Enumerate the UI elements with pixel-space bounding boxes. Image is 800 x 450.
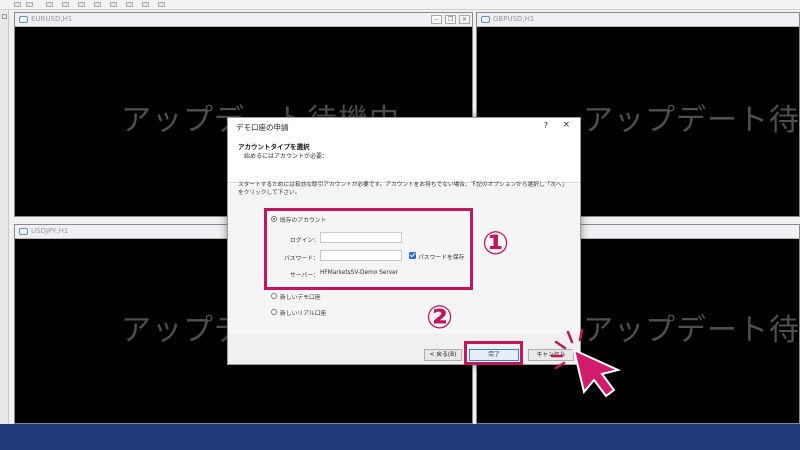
toolbar-button[interactable] — [78, 2, 85, 7]
chart-window-titlebar[interactable]: EURUSD,H1 – ❐ × — [15, 13, 472, 27]
close-icon[interactable]: × — [459, 15, 470, 24]
toolbar-button[interactable] — [110, 2, 117, 7]
chart-window-titlebar[interactable]: GBPUSD,H1 — [477, 13, 799, 27]
restore-icon[interactable]: ❐ — [445, 15, 456, 24]
panel-toggle-icon[interactable] — [2, 14, 7, 19]
chart-status-message: アップデート待機 — [583, 103, 800, 138]
highlight-finish-button — [464, 341, 523, 365]
back-button[interactable]: < 戻る(B) — [424, 349, 462, 361]
chart-window-title: EURUSD,H1 — [31, 15, 73, 23]
instructions-text: スタートするためには有効な取引アカウントが必要です。アカウントをお持ちでない場合… — [238, 182, 568, 196]
toolbar-button[interactable] — [14, 2, 21, 7]
toolbar-button[interactable] — [94, 2, 101, 7]
close-icon[interactable]: × — [562, 120, 570, 130]
new-real-label: 新しいリアル口座 — [280, 311, 327, 317]
chart-icon — [19, 16, 28, 23]
header-title: アカウントタイプを選択 — [238, 143, 310, 151]
chart-icon — [19, 228, 28, 235]
toolbar-button[interactable] — [126, 2, 133, 7]
toolbar-button[interactable] — [62, 2, 69, 7]
chart-icon — [481, 16, 490, 23]
click-pointer-icon — [550, 328, 622, 398]
bottom-banner — [0, 424, 800, 450]
chart-window-title: GBPUSD,H1 — [493, 15, 535, 23]
toolbar-button[interactable] — [46, 2, 53, 7]
toolbar — [0, 0, 800, 10]
step-number-2: ② — [426, 298, 454, 336]
dialog-title: デモ口座の申請 — [236, 123, 289, 132]
toolbar-button[interactable] — [142, 2, 149, 7]
radio-new-demo[interactable] — [271, 293, 277, 299]
radio-new-real[interactable] — [271, 309, 277, 315]
new-demo-label: 新しいデモ口座 — [280, 295, 321, 301]
chart-window-title: USDJPY,H1 — [31, 227, 69, 235]
dialog-header: アカウントタイプを選択 始めるにはアカウントが必要： — [228, 133, 580, 183]
highlight-login-box — [264, 208, 473, 290]
help-icon[interactable]: ? — [544, 121, 548, 130]
left-panel-strip — [0, 10, 9, 424]
header-subtitle: 始めるにはアカウントが必要： — [244, 153, 329, 160]
step-number-1: ① — [482, 224, 510, 262]
toolbar-button[interactable] — [158, 2, 165, 7]
toolbar-button[interactable] — [26, 2, 33, 7]
minimize-icon[interactable]: – — [431, 15, 442, 24]
